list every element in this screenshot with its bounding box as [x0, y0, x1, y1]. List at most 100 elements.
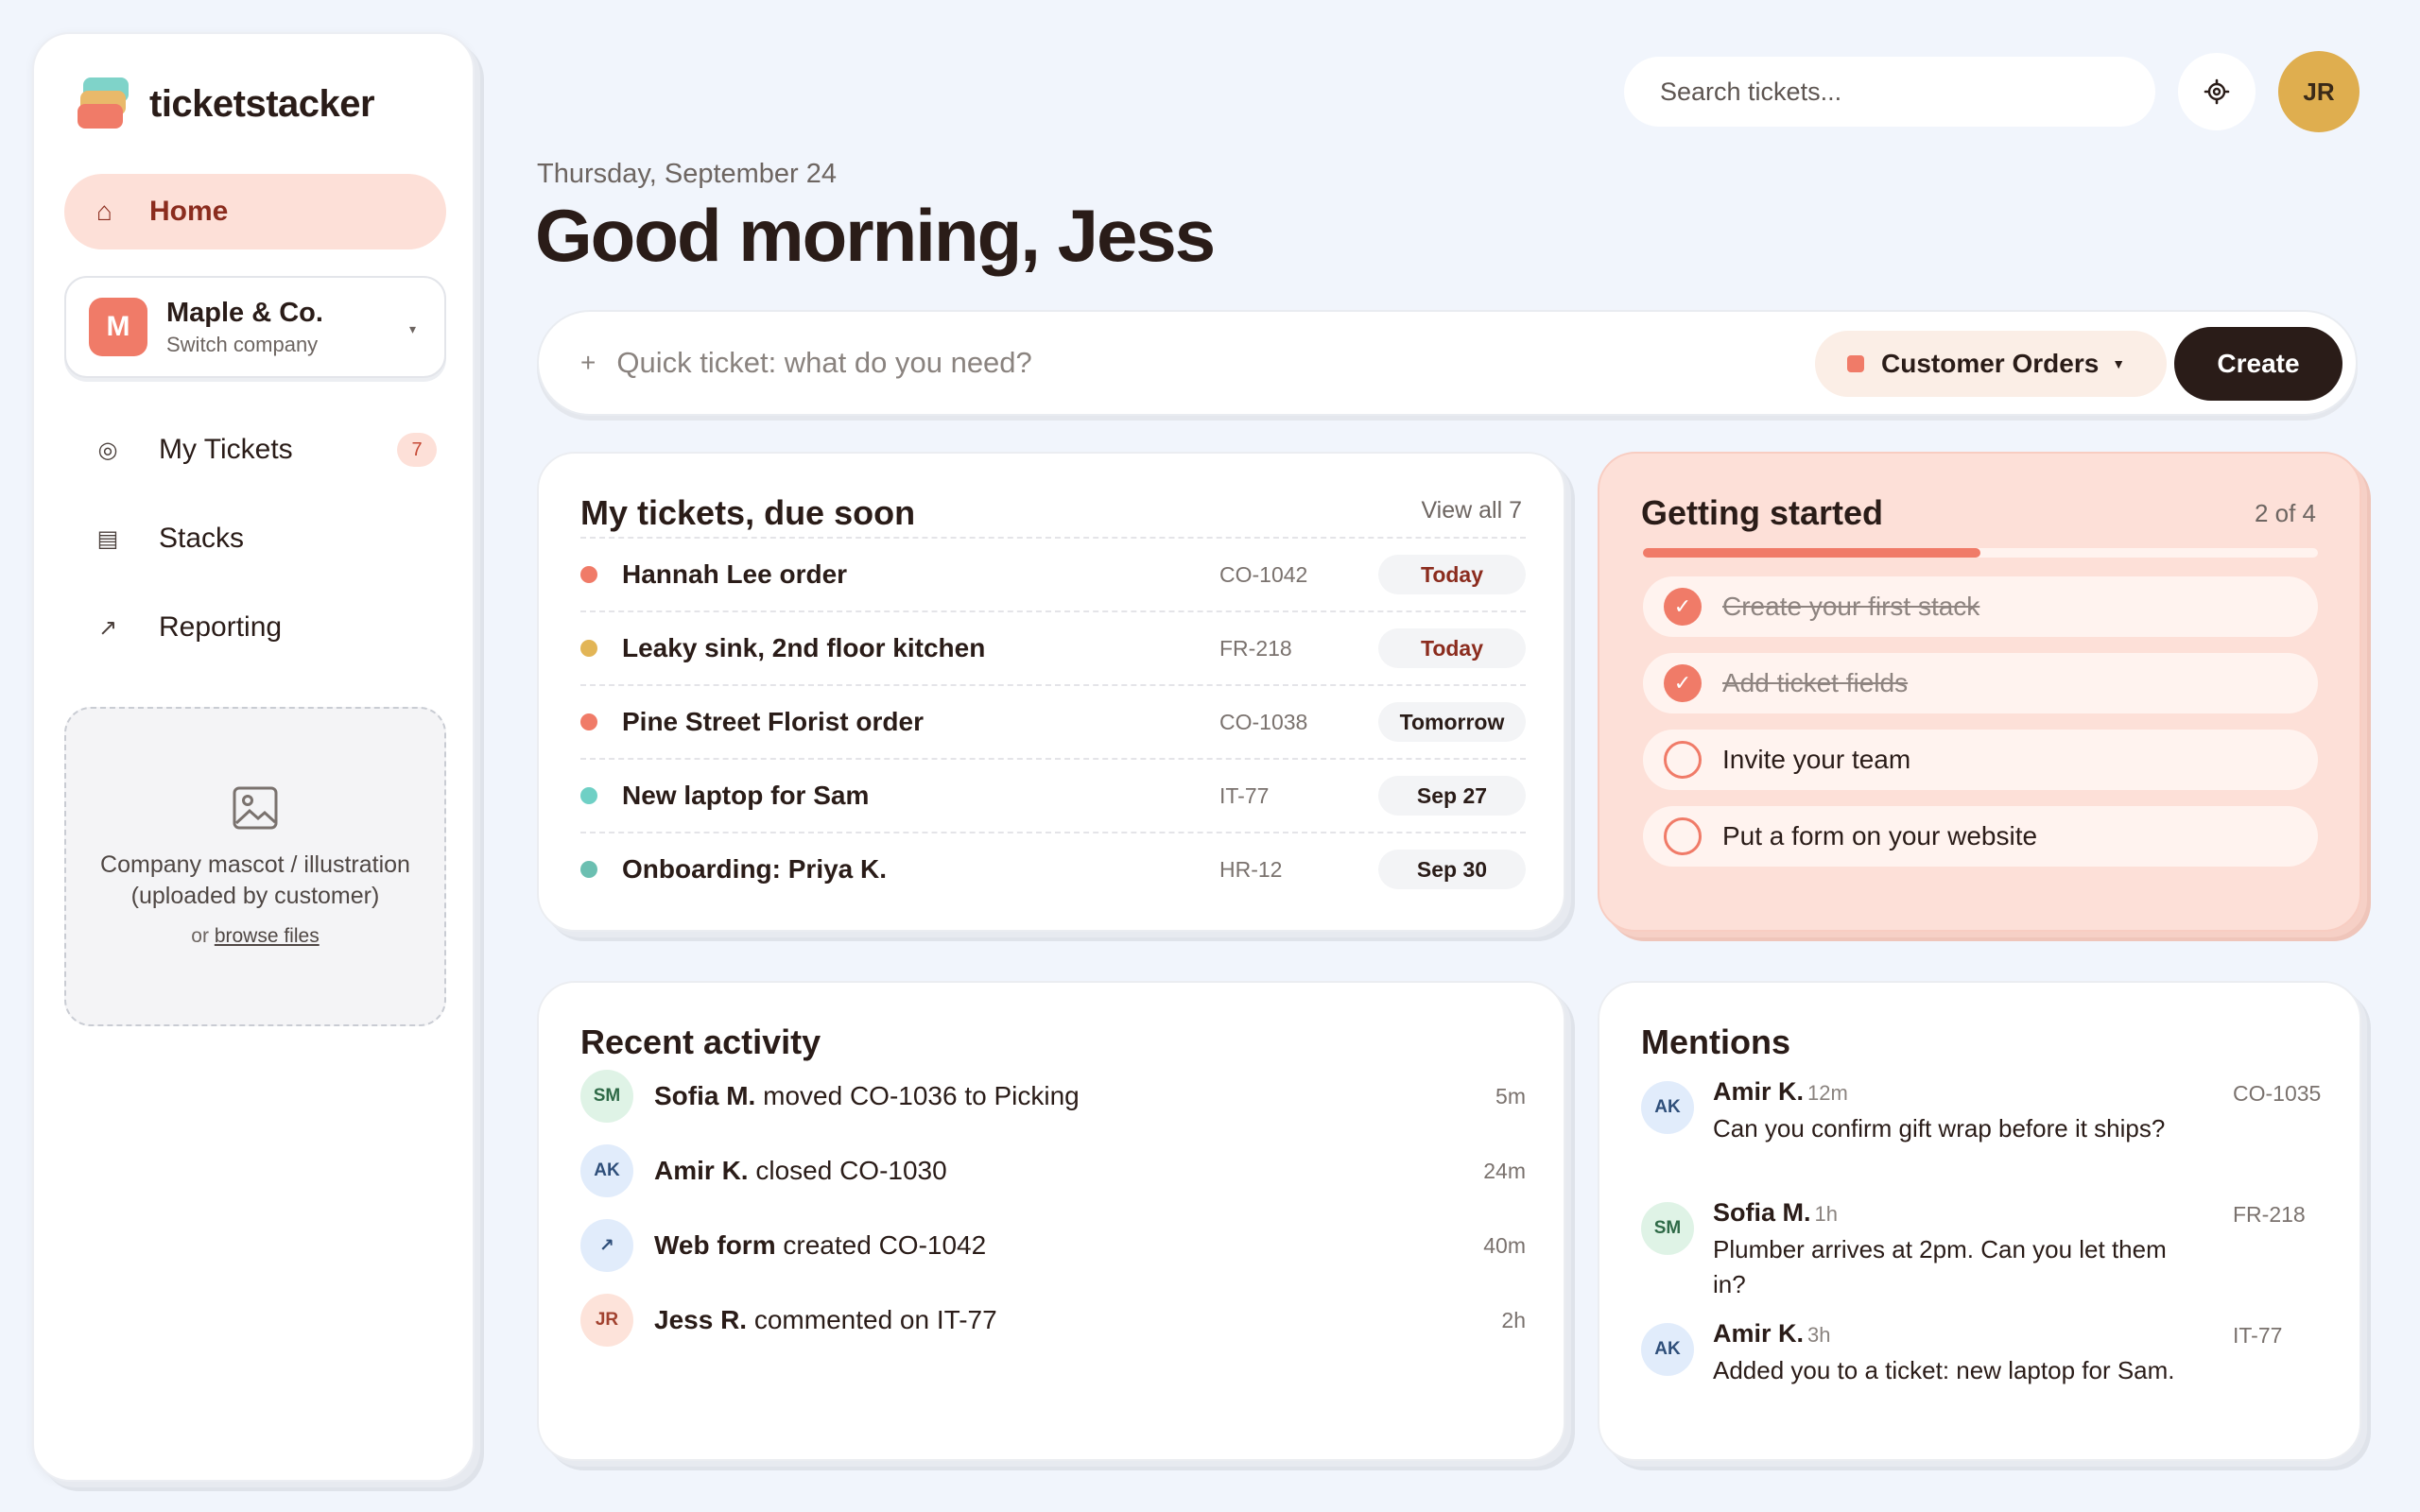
mention-time: 12m — [1807, 1081, 1848, 1105]
card-title: Recent activity — [580, 1022, 821, 1061]
activity-action: commented on IT-77 — [753, 1305, 997, 1334]
activity-text: Jess R. commented on IT-77 — [654, 1305, 997, 1335]
ticket-row[interactable]: Leaky sink, 2nd floor kitchen FR-218 Today — [580, 610, 1526, 684]
stack-select[interactable]: Customer Orders ▼ — [1815, 331, 2168, 397]
ticket-id[interactable]: FR-218 — [2233, 1202, 2306, 1228]
activity-action: closed CO-1030 — [755, 1156, 947, 1185]
company-switcher[interactable]: M Maple & Co. Switch company ▾ — [64, 276, 446, 378]
activity-actor: Web form — [654, 1230, 776, 1260]
due-badge: Tomorrow — [1378, 702, 1526, 742]
view-all-link[interactable]: View all 7 — [1421, 497, 1522, 524]
progress-count: 2 of 4 — [2254, 499, 2316, 527]
ticket-id: IT-77 — [1219, 782, 1270, 808]
checklist-label: Create your first stack — [1722, 592, 1980, 621]
activity-actor: Sofia M. — [654, 1081, 756, 1110]
company-switch-label: Switch company — [166, 332, 319, 356]
checklist-label: Invite your team — [1722, 745, 1911, 774]
mention-time: 3h — [1807, 1323, 1831, 1347]
chevron-down-icon: ▼ — [2112, 356, 2126, 371]
ticket-name: Hannah Lee order — [622, 559, 848, 589]
mentions-card: Mentions AK Amir K. 12m Can you confirm gif… — [1598, 981, 2361, 1461]
ticket-id: CO-1042 — [1219, 561, 1308, 587]
current-date: Thursday, September 24 — [537, 159, 838, 189]
card-title: My tickets, due soon — [580, 493, 916, 532]
trend-icon: ↗ — [97, 614, 118, 641]
count-badge: 7 — [397, 433, 437, 467]
mascot-upload-dropzone[interactable]: Company mascot / illustration (uploaded … — [64, 707, 446, 1026]
create-button[interactable]: Create — [2174, 327, 2342, 401]
sidebar: ticketstacker ⌂ Home M Maple & Co. Switc… — [32, 32, 475, 1482]
ticket-id[interactable]: IT-77 — [2233, 1323, 2282, 1349]
activity-row: SM Sofia M. moved CO-1036 to Picking 5m — [580, 1068, 1526, 1125]
empty-circle-icon[interactable] — [1664, 817, 1702, 855]
image-icon — [233, 786, 278, 830]
checklist-item[interactable]: ✓ Create your first stack — [1643, 576, 2318, 637]
check-circle-icon[interactable]: ✓ — [1664, 588, 1702, 626]
settings-button[interactable] — [2178, 53, 2256, 130]
getting-started-card: Getting started 2 of 4 ✓ Create your firs… — [1598, 452, 2361, 932]
avatar: SM — [1641, 1202, 1694, 1255]
ticket-row[interactable]: Hannah Lee order CO-1042 Today — [580, 537, 1526, 610]
activity-text: Amir K. closed CO-1030 — [654, 1156, 947, 1186]
mention-header: Amir K. 3h — [1713, 1319, 1831, 1349]
app-name: ticketstacker — [149, 82, 375, 125]
company-avatar: M — [89, 298, 147, 356]
search-input[interactable]: Search tickets... — [1624, 57, 2155, 127]
tickets-card: My tickets, due soon View all 7 Hannah L… — [537, 452, 1565, 932]
gear-icon — [2204, 78, 2230, 105]
activity-text: Web form created CO-1042 — [654, 1230, 986, 1261]
checklist-item[interactable]: Put a form on your website — [1643, 806, 2318, 867]
mention-author: Amir K. — [1713, 1319, 1805, 1348]
ticket-row[interactable]: Onboarding: Priya K. HR-12 Sep 30 — [580, 832, 1526, 905]
checklist-label: Add ticket fields — [1722, 668, 1909, 697]
due-badge: Sep 27 — [1378, 776, 1526, 816]
avatar: AK — [580, 1144, 633, 1197]
mention-body: Added you to a ticket: new laptop for Sa… — [1713, 1356, 2175, 1384]
user-avatar[interactable]: JR — [2278, 51, 2360, 132]
stack-color-swatch — [1847, 355, 1864, 372]
activity-time: 5m — [1495, 1083, 1526, 1108]
ticket-row[interactable]: New laptop for Sam IT-77 Sep 27 — [580, 758, 1526, 832]
stack-logo-icon — [78, 77, 129, 130]
empty-circle-icon[interactable] — [1664, 741, 1702, 779]
browse-files-link[interactable]: browse files — [215, 925, 320, 947]
mention-author: Amir K. — [1713, 1077, 1805, 1106]
activity-actor: Jess R. — [654, 1305, 748, 1334]
avatar: AK — [1641, 1081, 1694, 1134]
check-circle-icon[interactable]: ✓ — [1664, 664, 1702, 702]
avatar: ↗ — [580, 1219, 633, 1272]
card-title: Mentions — [1641, 1022, 1790, 1061]
progress-fill — [1643, 548, 1980, 558]
activity-card: Recent activity SM Sofia M. moved CO-1036… — [537, 981, 1565, 1461]
activity-row: ↗ Web form created CO-1042 40m — [580, 1217, 1526, 1274]
activity-row: AK Amir K. closed CO-1030 24m — [580, 1143, 1526, 1199]
stack-select-value: Customer Orders — [1881, 349, 2100, 378]
page-title: Good morning, Jess — [535, 194, 1216, 277]
ticket-name: New laptop for Sam — [622, 781, 870, 810]
app-logo[interactable]: ticketstacker — [78, 77, 375, 130]
sidebar-item-reporting[interactable]: ↗ Reporting — [87, 599, 456, 656]
ticket-id[interactable]: CO-1035 — [2233, 1081, 2321, 1107]
ticket-id: CO-1038 — [1219, 709, 1308, 734]
sidebar-item-stacks[interactable]: ▤ Stacks — [87, 510, 456, 567]
activity-text: Sofia M. moved CO-1036 to Picking — [654, 1081, 1080, 1111]
mention-header: Sofia M. 1h — [1713, 1198, 1838, 1228]
checklist-item[interactable]: Invite your team — [1643, 730, 2318, 790]
ticket-name: Pine Street Florist order — [622, 707, 924, 736]
home-icon: ⌂ — [96, 197, 112, 226]
activity-time: 40m — [1483, 1232, 1526, 1258]
sidebar-item-label: Home — [149, 196, 229, 227]
progress-bar — [1643, 548, 2318, 558]
ticket-id: FR-218 — [1219, 635, 1292, 661]
mention-author: Sofia M. — [1713, 1198, 1811, 1227]
sidebar-item-label: Reporting — [159, 611, 283, 643]
status-dot — [580, 787, 597, 804]
sidebar-item-my-tickets[interactable]: ◎ My Tickets 7 — [87, 421, 456, 478]
ticket-row[interactable]: Pine Street Florist order CO-1038 Tomorrow — [580, 684, 1526, 758]
checklist-item[interactable]: ✓ Add ticket fields — [1643, 653, 2318, 713]
sidebar-item-home[interactable]: ⌂ Home — [64, 174, 446, 249]
avatar: JR — [580, 1294, 633, 1347]
quick-ticket-input[interactable]: Quick ticket: what do you need? — [616, 346, 1031, 380]
activity-row: JR Jess R. commented on IT-77 2h — [580, 1292, 1526, 1349]
checklist-label: Put a form on your website — [1722, 821, 2038, 850]
